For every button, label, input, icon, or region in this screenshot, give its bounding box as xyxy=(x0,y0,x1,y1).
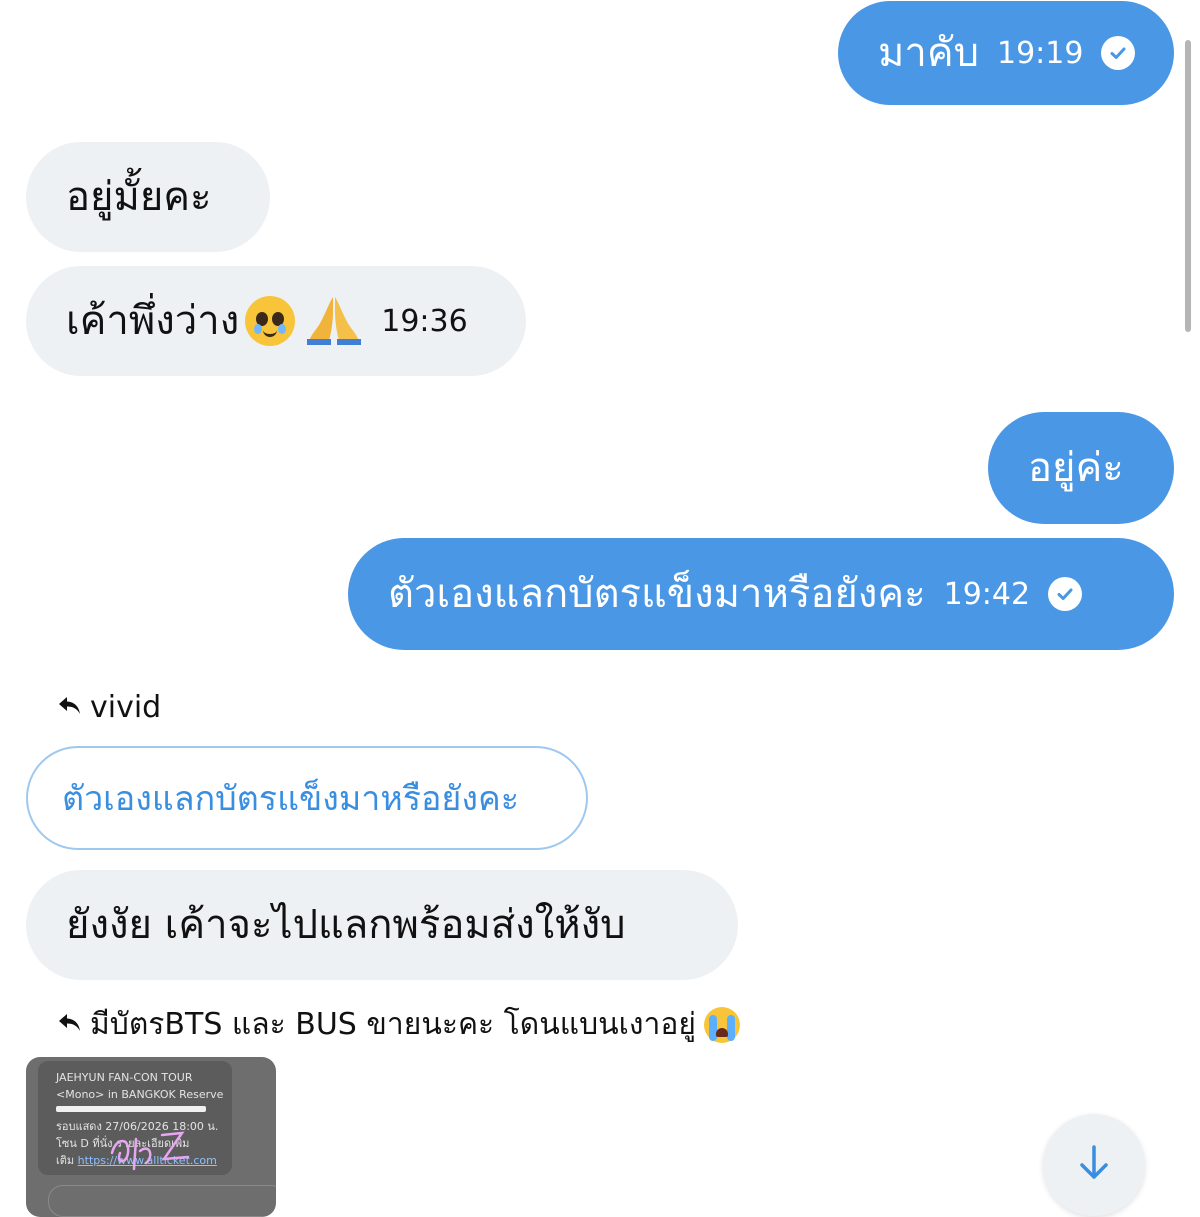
reply-arrow-icon xyxy=(58,690,82,725)
quoted-message[interactable]: ตัวเองแลกบัตรแข็งมาหรือยังคะ xyxy=(26,746,588,850)
ticket-input-bar xyxy=(48,1185,276,1217)
ticket-subtitle: <Mono> in BANGKOK Reserve xyxy=(56,1088,224,1101)
ticket-title: JAEHYUN FAN-CON TOUR xyxy=(56,1071,193,1084)
arrow-down-icon xyxy=(1077,1144,1111,1186)
handwritten-scribble xyxy=(110,1131,190,1171)
message-time: 19:42 xyxy=(943,576,1031,612)
read-check-icon xyxy=(1101,36,1136,70)
message-time: 19:36 xyxy=(381,303,468,339)
message-time: 19:19 xyxy=(996,35,1084,71)
reply-to-label: vivid xyxy=(58,690,161,725)
message-text: อยู่มั้ยคะ xyxy=(66,174,212,220)
message-text: เค้าพึ่งว่าง xyxy=(66,298,240,344)
loudly-crying-face-emoji xyxy=(704,1006,740,1043)
message-text: อยู่ค่ะ xyxy=(1028,445,1124,491)
message-bubble-outgoing[interactable]: ตัวเองแลกบัตรแข็งมาหรือยังคะ 19:42 xyxy=(348,538,1174,650)
quoted-text: ตัวเองแลกบัตรแข็งมาหรือยังคะ xyxy=(62,779,519,819)
reply-arrow-icon xyxy=(58,1007,82,1042)
message-bubble-incoming[interactable]: ยังงัย เค้าจะไปแลกพร้อมส่งให้งับ xyxy=(26,870,738,980)
reply-to-text: มีบัตรBTS และ BUS ขายนะคะ โดนแบนเงาอยู่ xyxy=(90,1007,696,1042)
message-text: มาคับ xyxy=(878,30,979,76)
message-text: ยังงัย เค้าจะไปแลกพร้อมส่งให้งับ xyxy=(66,902,626,948)
scrollbar[interactable] xyxy=(1185,40,1191,332)
folded-hands-emoji xyxy=(305,293,363,349)
message-bubble-incoming[interactable]: เค้าพึ่งว่าง 19:36 xyxy=(26,266,526,376)
message-bubble-outgoing[interactable]: มาคับ 19:19 xyxy=(838,1,1174,105)
message-bubble-outgoing[interactable]: อยู่ค่ะ xyxy=(988,412,1174,524)
pleading-face-emoji xyxy=(245,296,296,346)
read-check-icon xyxy=(1048,577,1083,611)
reply-to-label: มีบัตรBTS และ BUS ขายนะคะ โดนแบนเงาอยู่ xyxy=(58,1001,740,1048)
message-bubble-incoming[interactable]: อยู่มั้ยคะ xyxy=(26,142,270,252)
image-attachment[interactable]: JAEHYUN FAN-CON TOUR <Mono> in BANGKOK R… xyxy=(26,1057,276,1217)
reply-to-name: vivid xyxy=(90,690,162,725)
scroll-to-bottom-button[interactable] xyxy=(1043,1114,1145,1216)
redaction-bar xyxy=(56,1106,206,1112)
message-text: ตัวเองแลกบัตรแข็งมาหรือยังคะ xyxy=(388,571,926,617)
